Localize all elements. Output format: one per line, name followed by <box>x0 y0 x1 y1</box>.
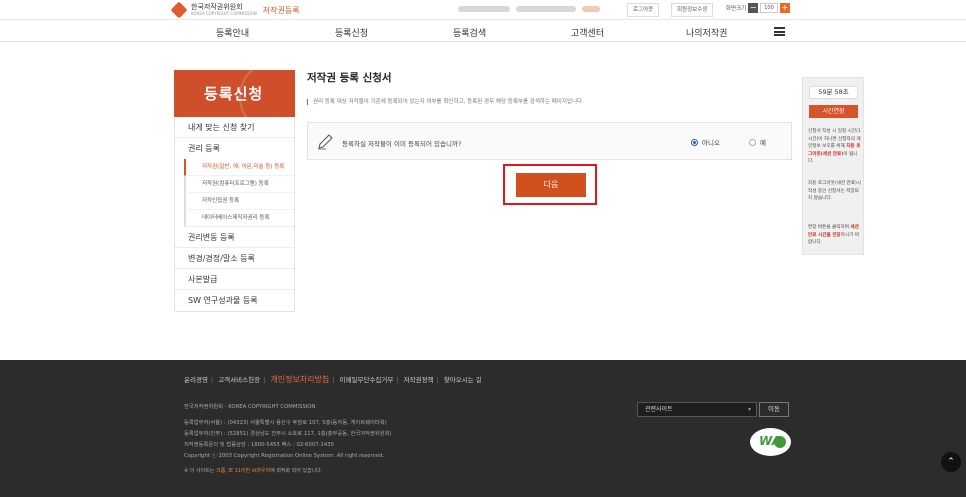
zoom-value: 100 <box>760 3 778 13</box>
radio-no[interactable]: 아니오 <box>691 137 720 147</box>
sidebar: 내게 맞는 신청 찾기 권리 등록 저작권(일반, 예: 어문,미술 등) 등록… <box>174 117 295 312</box>
timer-note-2: 자동 로그아웃(세션 만료)시 작성 중인 신청서는 저장되지 않습니다. <box>808 181 861 201</box>
pen-icon <box>318 134 333 150</box>
question-text: 등록하실 저작물이 이미 등록되어 있습니까? <box>342 140 462 148</box>
zoom-control: 화면크기 − 100 + <box>726 3 790 13</box>
logo-subtitle: 저작권등록 <box>262 5 300 15</box>
sidebar-item-copy-issue[interactable]: 사본발급 <box>175 269 294 290</box>
nav-registration-apply[interactable]: 등록신청 <box>335 26 368 39</box>
nav-customer-center[interactable]: 고객센터 <box>571 26 604 39</box>
footer-link-email-policy[interactable]: 이메일무단수집거부 <box>340 376 394 384</box>
main-nav: 등록안내 등록신청 등록검색 고객센터 나의저작권 <box>0 20 966 42</box>
timer-note-3: 연장 버튼을 클릭하여 세션 만료 시간을 연장하시기 바랍니다. <box>808 225 860 245</box>
nav-registration-guide[interactable]: 등록안내 <box>216 26 249 39</box>
related-site-select[interactable]: 관련사이트 <box>637 402 757 417</box>
footer: 윤리경영 | 고객서비스헌장 | 개인정보처리방침 | 이메일무단수집거부 | 저작권정… <box>0 360 966 497</box>
session-timer: 59분 58초 <box>809 86 858 99</box>
radio-yes[interactable]: 예 <box>749 137 766 147</box>
top-bar: 한국저작권위원회 KOREA COPYRIGHT COMMISSION 저작권등… <box>0 0 966 20</box>
blurred-text <box>458 6 510 12</box>
footer-link-directions[interactable]: 찾아오시는 길 <box>444 376 482 384</box>
sidebar-subitem-neighboring-rights[interactable]: 저작인접권 등록 <box>184 193 294 210</box>
browser-note: ※ 이 사이트는 크롬, IE 11이번 브라우저에 최적화 되어 있습니다. <box>184 468 323 474</box>
web-accessibility-mark-icon: WA <box>750 428 791 456</box>
footer-link-service-charter[interactable]: 고객서비스헌장 <box>218 376 260 384</box>
next-button-highlight: 다음 <box>503 164 597 205</box>
sidebar-item-sw-research[interactable]: SW 연구성과물 등록 <box>175 290 294 311</box>
logo-mark-icon <box>170 1 188 19</box>
logout-button[interactable]: 로그아웃 <box>627 3 660 17</box>
footer-address: 한국저작권위원회 - KOREA COPYRIGHT COMMISSION 등록… <box>184 404 392 459</box>
sidebar-item-rights-change[interactable]: 권리변동 등록 <box>175 227 294 248</box>
footer-link-ethics[interactable]: 윤리경영 <box>184 376 208 384</box>
sidebar-subitem-database-rights[interactable]: 데이터베이스제작자권리 등록 <box>184 210 294 227</box>
sidebar-item-rights-registration[interactable]: 권리 등록 <box>175 138 294 159</box>
menu-icon[interactable] <box>774 27 785 36</box>
footer-link-privacy[interactable]: 개인정보처리방침 <box>270 375 329 384</box>
footer-link-copyright-policy[interactable]: 저작권정책 <box>404 376 434 384</box>
logo-name-en: KOREA COPYRIGHT COMMISSION <box>191 11 257 16</box>
logo[interactable]: 한국저작권위원회 KOREA COPYRIGHT COMMISSION 저작권등… <box>170 1 300 19</box>
question-box: 등록하실 저작물이 이미 등록되어 있습니까? 아니오 예 <box>307 122 792 160</box>
session-timer-panel: 59분 58초 시간연장 신청서 작성 시 일정 시간(1시간)이 지나면 신청… <box>802 77 864 255</box>
go-button[interactable]: 이동 <box>759 402 789 417</box>
account-edit-button[interactable]: 회원정보수정 <box>671 3 714 17</box>
next-button[interactable]: 다음 <box>516 173 586 197</box>
blurred-text <box>516 6 576 12</box>
zoom-out-icon[interactable]: − <box>748 3 759 13</box>
logo-name: 한국저작권위원회 <box>191 3 243 11</box>
zoom-label: 화면크기 <box>726 6 747 12</box>
scroll-top-icon[interactable]: ⌃ <box>941 452 961 472</box>
radio-unselected-icon[interactable] <box>749 138 756 146</box>
nav-registration-search[interactable]: 등록검색 <box>453 26 486 39</box>
timer-note-1: 신청서 작성 시 일정 시간(1시간)이 지나면 신청자의 개인정보 보호를 위… <box>808 129 861 164</box>
sidebar-item-modify-cancel[interactable]: 변경/경정/말소 등록 <box>175 248 294 269</box>
page-description: 권리 등록 대상 저작물이 기존에 등록되어 있는지 여부를 확인하고, 등록된… <box>307 97 584 105</box>
blurred-badge <box>582 6 600 12</box>
zoom-in-icon[interactable]: + <box>779 3 790 13</box>
sidebar-title: 등록신청 <box>174 70 295 117</box>
extend-time-button[interactable]: 시간연장 <box>809 105 858 118</box>
nav-my-copyright[interactable]: 나의저작권 <box>686 26 727 39</box>
sidebar-subitem-program-copyright[interactable]: 저작권(컴퓨터프로그램) 등록 <box>184 176 294 193</box>
page-title: 저작권 등록 신청서 <box>307 72 392 84</box>
radio-selected-icon[interactable] <box>691 138 698 146</box>
footer-links: 윤리경영 | 고객서비스헌장 | 개인정보처리방침 | 이메일무단수집거부 | 저작권정… <box>184 375 482 384</box>
user-info-blurred <box>458 5 618 13</box>
sidebar-item-find-application[interactable]: 내게 맞는 신청 찾기 <box>175 117 294 138</box>
main-content: 저작권 등록 신청서 권리 등록 대상 저작물이 기존에 등록되어 있는지 여부… <box>307 70 792 205</box>
sidebar-subitem-general-copyright[interactable]: 저작권(일반, 예: 어문,미술 등) 등록 <box>184 159 294 176</box>
